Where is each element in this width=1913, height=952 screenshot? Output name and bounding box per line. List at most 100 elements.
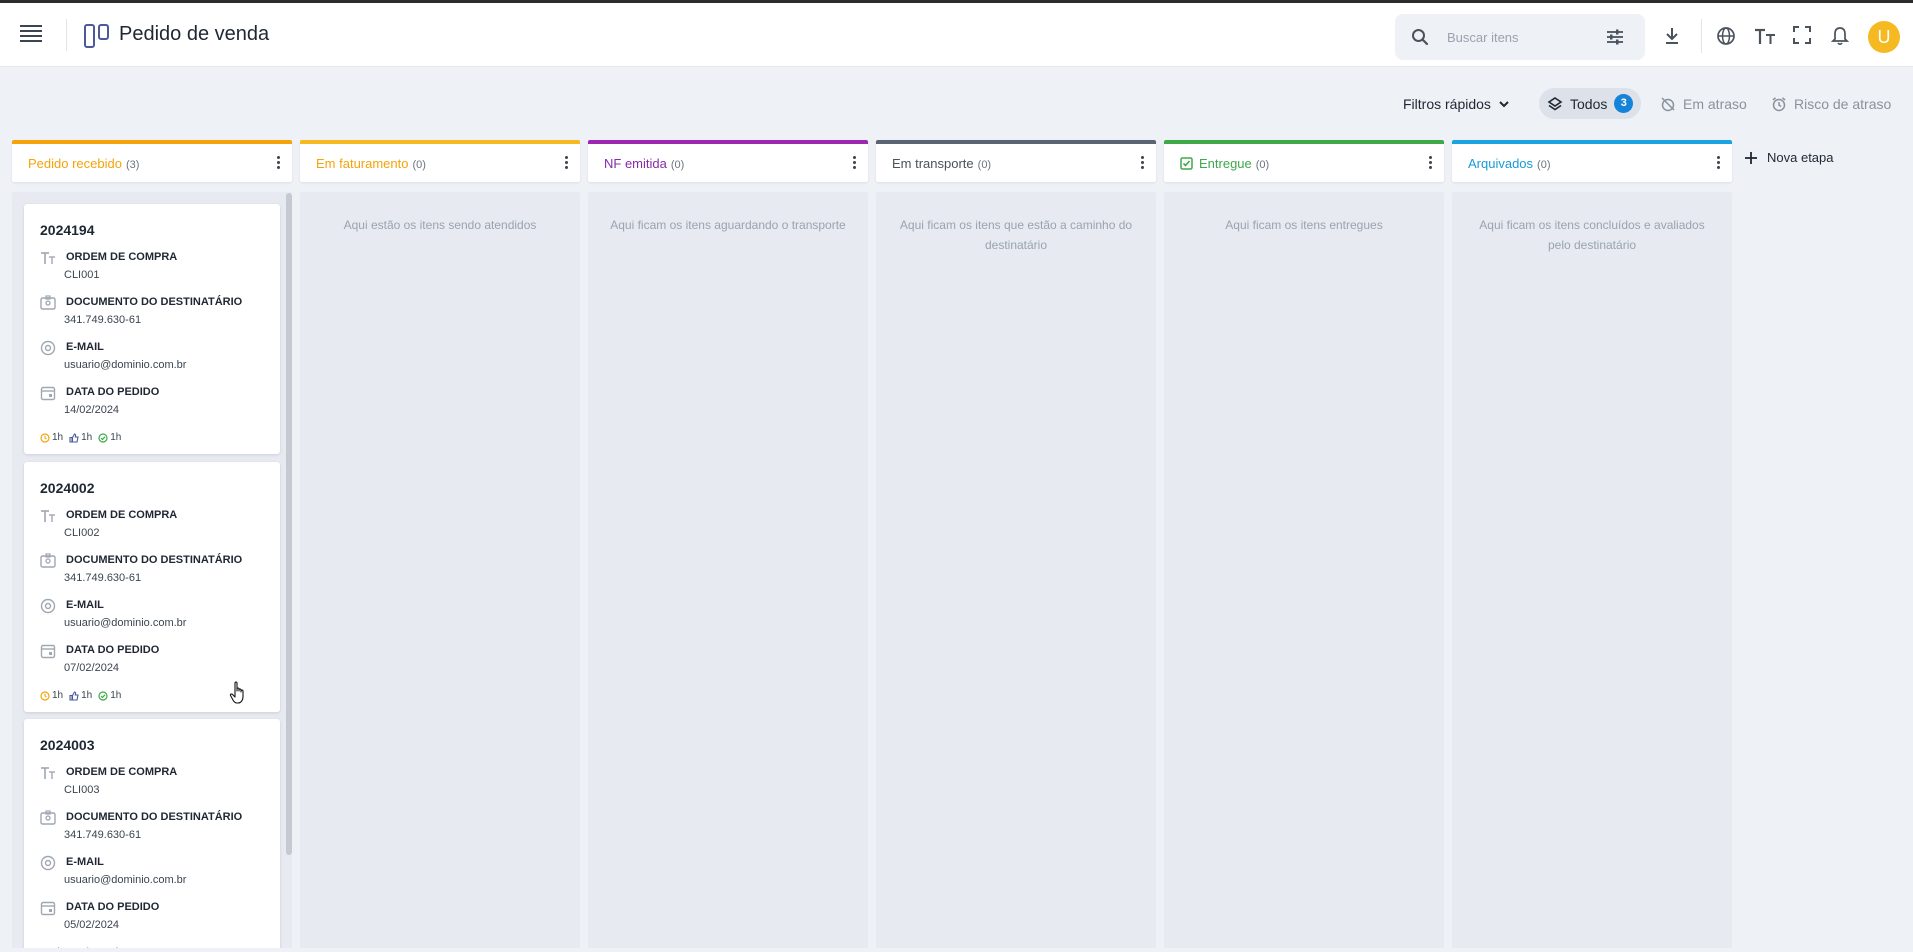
header-divider	[1701, 19, 1702, 53]
field-value: usuario@dominio.com.br	[64, 359, 187, 371]
field-value: CLI002	[64, 527, 100, 539]
column-body-arquivados: Aqui ficam os itens concluídos e avaliad…	[1452, 192, 1732, 948]
filter-chip-todos[interactable]: Todos 3	[1539, 88, 1642, 119]
quick-filters-dropdown[interactable]: Filtros rápidos	[1403, 92, 1511, 116]
field-label: DATA DO PEDIDO	[66, 386, 160, 398]
column-header-em-faturamento[interactable]: Em faturamento (0)	[300, 140, 580, 182]
user-avatar[interactable]: U	[1868, 21, 1900, 53]
search-box	[1395, 14, 1645, 60]
column-count: (0)	[1537, 159, 1551, 171]
column-body-nf-emitida: Aqui ficam os itens aguardando o transpo…	[588, 192, 868, 948]
plus-icon	[1745, 151, 1757, 164]
new-stage-label: Nova etapa	[1767, 150, 1834, 165]
column-count: (0)	[412, 159, 426, 171]
column-empty-text: Aqui ficam os itens concluídos e avaliad…	[1479, 218, 1705, 252]
column-count: (3)	[125, 159, 140, 171]
field-value: 341.749.630-61	[64, 829, 142, 841]
thumbs-up-icon	[74, 947, 76, 948]
text-type-icon	[41, 510, 55, 522]
column-empty-text: Aqui ficam os itens que estão a caminho …	[899, 218, 1133, 252]
calendar-icon	[40, 901, 56, 916]
order-card[interactable]: 2024194 ORDEM DE COMPRA CLI001 DOCUMENTO…	[24, 204, 280, 454]
column-empty-text: Aqui estão os itens sendo atendidos	[343, 218, 537, 232]
time-tag: 1h	[98, 432, 121, 443]
card-list-pedido-recebido: 2024194 ORDEM DE COMPRA CLI001 DOCUMENTO…	[12, 192, 292, 948]
time-tag: 1h	[40, 947, 63, 948]
filter-settings-icon[interactable]	[1605, 27, 1625, 47]
text-type-icon	[41, 767, 55, 779]
search-input[interactable]	[1447, 26, 1597, 48]
field-value: 05/02/2024	[64, 919, 120, 931]
column-header-arquivados[interactable]: Arquivados (0)	[1452, 140, 1732, 182]
order-card[interactable]: 2024002 ORDEM DE COMPRA CLI002 DOCUMENTO…	[24, 462, 280, 712]
column-body-em-transporte: Aqui ficam os itens que estão a caminho …	[876, 192, 1156, 948]
field-label: ORDEM DE COMPRA	[66, 766, 178, 778]
clock-icon	[40, 690, 50, 701]
column-count: (0)	[977, 159, 992, 171]
layers-icon	[1547, 96, 1563, 110]
card-time-tags: 1h 1h 1h	[40, 690, 121, 701]
column-empty-text: Aqui ficam os itens aguardando o transpo…	[610, 218, 846, 232]
order-number: 2024194	[40, 222, 95, 238]
column-more-icon[interactable]	[1710, 154, 1726, 172]
field-label: DOCUMENTO DO DESTINATÁRIO	[66, 811, 243, 823]
search-icon	[1412, 29, 1429, 46]
column-count: (0)	[1255, 159, 1270, 171]
card-time-tags: 1h 1h 1h	[40, 947, 121, 948]
column-more-icon[interactable]	[1134, 154, 1150, 172]
column-empty-text: Aqui ficam os itens entregues	[1225, 218, 1383, 232]
field-label: E-MAIL	[66, 341, 104, 353]
page-title: Pedido de venda	[119, 23, 270, 45]
field-label: DATA DO PEDIDO	[66, 644, 160, 656]
column-title: NF emitida (0)	[604, 156, 685, 171]
filter-chip-risco-label: Risco de atraso	[1794, 95, 1892, 112]
thumbs-up-icon	[69, 690, 79, 701]
download-icon[interactable]	[1662, 26, 1682, 46]
at-sign-icon	[40, 598, 56, 614]
new-stage-button[interactable]: Nova etapa	[1745, 150, 1834, 165]
thumbs-up-icon	[69, 432, 79, 443]
column-header-nf-emitida[interactable]: NF emitida (0)	[588, 140, 868, 182]
order-card[interactable]: 2024003 ORDEM DE COMPRA CLI003 DOCUMENTO…	[24, 719, 280, 948]
column-title: Entregue (0)	[1180, 156, 1269, 171]
filter-chip-em-atraso[interactable]: Em atraso	[1652, 88, 1755, 119]
field-value: CLI001	[64, 269, 100, 281]
field-label: E-MAIL	[66, 599, 104, 611]
id-card-icon	[40, 553, 56, 568]
globe-icon[interactable]	[1716, 26, 1736, 46]
column-header-pedido-recebido[interactable]: Pedido recebido (3)	[12, 140, 292, 182]
column-more-icon[interactable]	[558, 154, 574, 172]
order-number: 2024002	[40, 480, 95, 496]
field-value: usuario@dominio.com.br	[64, 617, 187, 629]
column-more-icon[interactable]	[270, 154, 286, 172]
field-label: DOCUMENTO DO DESTINATÁRIO	[66, 296, 243, 308]
field-value: usuario@dominio.com.br	[64, 874, 187, 886]
column-header-entregue[interactable]: Entregue (0)	[1164, 140, 1444, 182]
text-size-icon[interactable]	[1754, 26, 1776, 46]
at-sign-icon	[40, 855, 56, 871]
field-value: 341.749.630-61	[64, 314, 142, 326]
time-tag: 1h	[98, 947, 121, 948]
at-sign-icon	[40, 340, 56, 356]
filter-chip-risco-de-atraso[interactable]: Risco de atraso	[1763, 88, 1899, 119]
column-more-icon[interactable]	[1422, 154, 1438, 172]
time-tag: 1h	[69, 690, 92, 701]
menu-icon[interactable]	[20, 25, 42, 43]
notification-bell-icon[interactable]	[1831, 26, 1849, 46]
field-label: DOCUMENTO DO DESTINATÁRIO	[66, 554, 243, 566]
filter-chip-todos-label: Todos	[1570, 95, 1608, 112]
column-more-icon[interactable]	[846, 154, 862, 172]
check-circle-icon	[98, 432, 108, 443]
fullscreen-icon[interactable]	[1793, 26, 1811, 44]
chevron-down-icon	[1499, 101, 1509, 108]
id-card-icon	[40, 810, 56, 825]
calendar-icon	[40, 644, 56, 659]
id-card-icon	[40, 295, 56, 310]
column-scrollbar[interactable]	[286, 193, 292, 855]
filter-chip-em-atraso-label: Em atraso	[1683, 95, 1747, 112]
order-number: 2024003	[40, 737, 95, 753]
calendar-icon	[40, 386, 56, 401]
column-body-em-faturamento: Aqui estão os itens sendo atendidos	[300, 192, 580, 948]
column-header-em-transporte[interactable]: Em transporte (0)	[876, 140, 1156, 182]
hand-cursor-icon	[229, 681, 244, 704]
